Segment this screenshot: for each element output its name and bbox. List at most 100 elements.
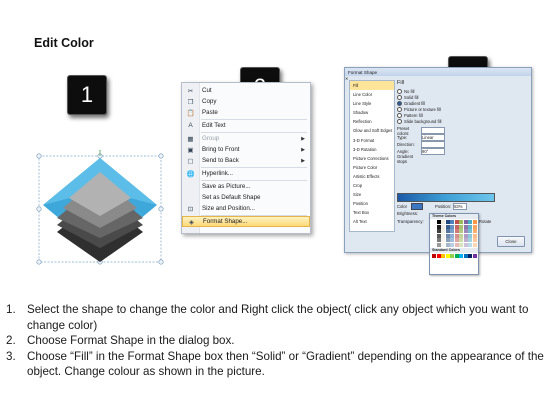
color-swatch[interactable] bbox=[454, 233, 459, 238]
color-swatch[interactable] bbox=[450, 238, 454, 242]
color-swatch[interactable] bbox=[468, 238, 472, 242]
color-swatch[interactable] bbox=[432, 229, 436, 233]
close-button[interactable]: Close bbox=[497, 236, 525, 247]
color-swatch[interactable] bbox=[436, 253, 441, 258]
color-swatch[interactable] bbox=[459, 238, 463, 242]
color-swatch[interactable] bbox=[463, 242, 468, 247]
color-swatch[interactable] bbox=[463, 253, 468, 258]
color-swatch[interactable] bbox=[472, 229, 477, 233]
field-input[interactable] bbox=[421, 141, 445, 148]
color-swatch[interactable] bbox=[459, 242, 463, 247]
dialog-nav-item[interactable]: Line Color bbox=[350, 90, 394, 99]
dialog-nav-item[interactable]: Alt Text bbox=[350, 217, 394, 226]
dialog-nav-item[interactable]: Size bbox=[350, 190, 394, 199]
color-swatch[interactable] bbox=[450, 253, 454, 258]
color-swatch[interactable] bbox=[454, 224, 459, 229]
color-swatch[interactable] bbox=[472, 253, 477, 258]
color-swatch[interactable] bbox=[472, 224, 477, 229]
color-swatch[interactable] bbox=[472, 242, 477, 247]
dialog-nav-item[interactable]: Glow and Soft Edges bbox=[350, 126, 394, 135]
color-swatch[interactable] bbox=[468, 242, 472, 247]
color-swatch[interactable] bbox=[463, 224, 468, 229]
color-swatch[interactable] bbox=[445, 229, 450, 233]
color-swatch[interactable] bbox=[441, 233, 445, 238]
menu-item-save-as-picture[interactable]: Save as Picture... bbox=[182, 181, 310, 192]
color-swatch[interactable] bbox=[432, 233, 436, 238]
rotate-checkbox[interactable]: Rotate bbox=[479, 219, 491, 224]
menu-item-edit-text[interactable]: A Edit Text bbox=[182, 120, 310, 131]
color-swatch[interactable] bbox=[450, 233, 454, 238]
color-swatch[interactable] bbox=[463, 229, 468, 233]
color-swatch[interactable] bbox=[445, 233, 450, 238]
color-swatch[interactable] bbox=[441, 229, 445, 233]
dialog-nav-item[interactable]: Position bbox=[350, 199, 394, 208]
theme-color-grid[interactable] bbox=[430, 219, 478, 248]
color-swatch[interactable] bbox=[441, 224, 445, 229]
dialog-nav-item[interactable]: Shadow bbox=[350, 108, 394, 117]
color-swatch[interactable] bbox=[436, 229, 441, 233]
dialog-nav-item[interactable]: 3-D Rotation bbox=[350, 145, 394, 154]
color-swatch[interactable] bbox=[450, 242, 454, 247]
color-swatch[interactable] bbox=[436, 224, 441, 229]
color-swatch[interactable] bbox=[445, 224, 450, 229]
color-swatch[interactable] bbox=[468, 224, 472, 229]
radio-button[interactable] bbox=[397, 100, 402, 106]
color-swatch[interactable] bbox=[459, 253, 463, 258]
dialog-nav-item[interactable]: Reflection bbox=[350, 117, 394, 126]
color-swatch[interactable] bbox=[468, 220, 472, 224]
color-swatch[interactable] bbox=[472, 220, 477, 224]
radio-button[interactable] bbox=[397, 88, 402, 94]
color-swatch[interactable] bbox=[450, 220, 454, 224]
radio-button[interactable] bbox=[397, 94, 402, 100]
color-swatch[interactable] bbox=[445, 238, 450, 242]
menu-item-cut[interactable]: ✂ Cut bbox=[182, 85, 310, 96]
color-swatch[interactable] bbox=[468, 253, 472, 258]
color-swatch[interactable] bbox=[472, 233, 477, 238]
color-swatch[interactable] bbox=[472, 238, 477, 242]
menu-item-send-to-back[interactable]: ▢ Send to Back ▶ bbox=[182, 155, 310, 166]
menu-item-group[interactable]: ▦ Group ▶ bbox=[182, 133, 310, 144]
color-swatch[interactable] bbox=[441, 220, 445, 224]
color-swatch[interactable] bbox=[454, 238, 459, 242]
color-swatch[interactable] bbox=[459, 224, 463, 229]
field-input[interactable]: Linear bbox=[421, 134, 445, 141]
dialog-nav-item[interactable]: Fill bbox=[350, 81, 394, 91]
radio-button[interactable] bbox=[397, 112, 402, 118]
color-swatch[interactable] bbox=[468, 229, 472, 233]
gradient-stops-bar[interactable] bbox=[397, 193, 495, 202]
dialog-nav-item[interactable]: Artistic Effects bbox=[350, 172, 394, 181]
color-swatch[interactable] bbox=[441, 242, 445, 247]
color-swatch[interactable] bbox=[445, 242, 450, 247]
color-swatch[interactable] bbox=[454, 242, 459, 247]
color-swatch[interactable] bbox=[445, 220, 450, 224]
menu-item-bring-to-front[interactable]: ▣ Bring to Front ▶ bbox=[182, 144, 310, 155]
color-swatch[interactable] bbox=[459, 220, 463, 224]
color-swatch[interactable] bbox=[432, 253, 436, 258]
menu-item-size-and-position[interactable]: ⊡ Size and Position... bbox=[182, 203, 310, 214]
color-swatch[interactable] bbox=[436, 233, 441, 238]
position-field[interactable]: 83% bbox=[453, 203, 468, 210]
color-swatch[interactable] bbox=[436, 242, 441, 247]
radio-button[interactable] bbox=[397, 106, 402, 112]
color-swatch[interactable] bbox=[463, 220, 468, 224]
field-input[interactable]: 90° bbox=[421, 148, 445, 155]
color-swatch[interactable] bbox=[436, 238, 441, 242]
color-swatch[interactable] bbox=[468, 233, 472, 238]
dialog-nav-item[interactable]: Crop bbox=[350, 181, 394, 190]
color-swatch[interactable] bbox=[459, 233, 463, 238]
dialog-nav-item[interactable]: Text Box bbox=[350, 208, 394, 217]
menu-item-set-as-default-shape[interactable]: Set as Default Shape bbox=[182, 192, 310, 203]
radio-button[interactable] bbox=[397, 118, 402, 124]
color-swatch[interactable] bbox=[450, 229, 454, 233]
dialog-nav-item[interactable]: 3-D Format bbox=[350, 136, 394, 145]
color-swatch[interactable] bbox=[432, 224, 436, 229]
dialog-nav-item[interactable]: Picture Corrections bbox=[350, 154, 394, 163]
color-swatch[interactable] bbox=[454, 229, 459, 233]
color-swatch[interactable] bbox=[459, 229, 463, 233]
color-swatch[interactable] bbox=[445, 253, 450, 258]
color-swatch[interactable] bbox=[441, 238, 445, 242]
color-swatch[interactable] bbox=[441, 253, 445, 258]
color-swatch[interactable] bbox=[432, 238, 436, 242]
menu-item-copy[interactable]: ❐ Copy bbox=[182, 96, 310, 107]
color-swatch[interactable] bbox=[454, 220, 459, 224]
